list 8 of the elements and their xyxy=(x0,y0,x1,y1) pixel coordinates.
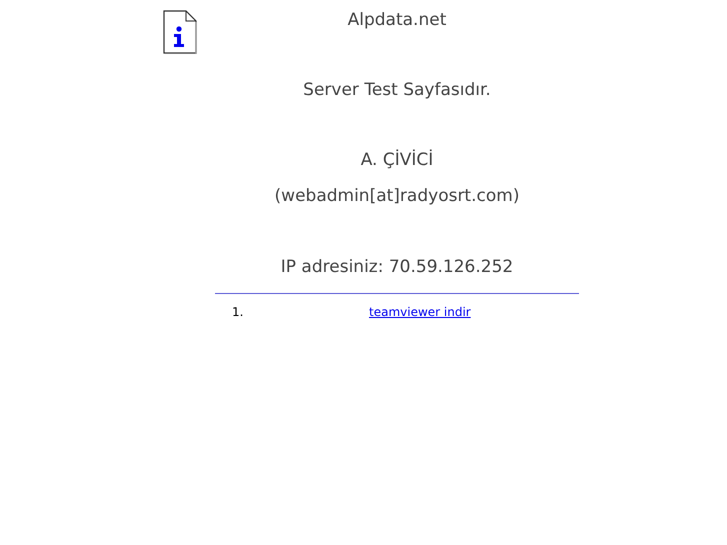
text-line: (webadmin[at]radyosrt.com) xyxy=(274,185,520,208)
site-title: Alpdata.net xyxy=(348,9,446,32)
text-line: IP adresiniz: 70.59.126.252 xyxy=(280,256,514,279)
text-line: A. ÇİVİCİ xyxy=(360,148,434,172)
download-link[interactable]: teamviewer indir xyxy=(369,304,471,320)
list-number: 1. xyxy=(231,304,244,320)
text-line: Server Test Sayfasıdır. xyxy=(303,79,491,102)
info-document-icon xyxy=(163,10,197,54)
